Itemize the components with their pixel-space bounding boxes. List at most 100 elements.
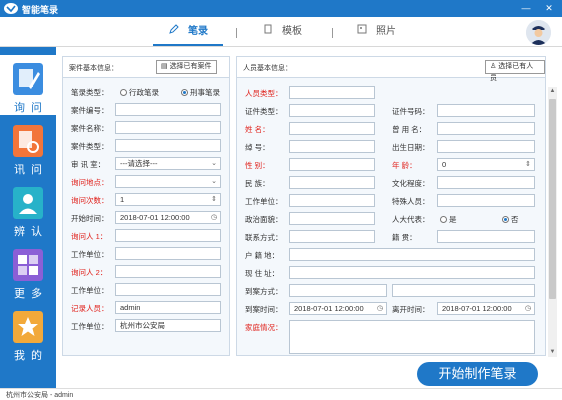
id-type-label: 证件类型： — [245, 107, 283, 116]
household-input[interactable] — [289, 248, 535, 261]
scroll-thumb[interactable] — [549, 99, 556, 299]
inquirer-2-employer-input[interactable] — [115, 283, 221, 296]
special-person-label: 特殊人员： — [392, 197, 430, 206]
sidebar-item-inquiry[interactable]: 询问 — [0, 55, 56, 115]
education-label: 文化程度： — [392, 179, 430, 188]
record-type-label: 笔录类型： — [71, 88, 109, 97]
recorder-input[interactable]: admin — [115, 301, 221, 314]
tab-photos[interactable]: 照片 — [356, 23, 396, 41]
stepper-arrows-icon[interactable]: ⇕ — [211, 194, 217, 205]
document-icon: ▤ — [161, 63, 170, 70]
inquirer-2-label: 询问人 2： — [71, 268, 108, 277]
tab-label: 笔录 — [188, 26, 208, 37]
button-label: 选择已有案件 — [169, 63, 212, 70]
sidebar-label: 讯问 — [14, 164, 48, 176]
tab-label: 照片 — [376, 26, 396, 37]
clipboard-search-icon — [13, 125, 43, 157]
radio-dot — [440, 216, 447, 223]
radio-dot — [181, 89, 188, 96]
inquiry-location-select[interactable]: ⌄ — [115, 175, 221, 188]
sidebar-item-mine[interactable]: 我的 — [0, 303, 56, 363]
gender-input[interactable] — [289, 158, 375, 171]
age-label: 年 龄： — [392, 161, 417, 170]
npc-delegate-label: 人大代表： — [392, 215, 430, 224]
case-number-input[interactable] — [115, 103, 221, 116]
case-name-input[interactable] — [115, 121, 221, 134]
arrival-method-detail-input[interactable] — [392, 284, 535, 297]
former-name-input[interactable] — [437, 122, 535, 135]
family-textarea[interactable] — [289, 320, 535, 354]
person-type-input[interactable] — [289, 86, 375, 99]
scroll-down-icon[interactable]: ▼ — [548, 348, 557, 357]
leave-time-label: 离开时间： — [392, 305, 430, 314]
political-status-input[interactable] — [289, 212, 375, 225]
radio-npc-no[interactable]: 否 — [502, 214, 519, 225]
user-avatar[interactable] — [526, 20, 551, 45]
arrival-time-input[interactable]: 2018-07-01 12:00:00 ◷ — [289, 302, 387, 315]
star-icon — [13, 311, 43, 343]
arrival-method-input[interactable] — [289, 284, 387, 297]
radio-npc-yes[interactable]: 是 — [440, 214, 457, 225]
person-panel-header: 人员基本信息： ♙ 选择已有人员 — [237, 57, 545, 82]
name-input[interactable] — [289, 122, 375, 135]
native-place-input[interactable] — [437, 230, 535, 243]
address-label: 现 住 址： — [245, 269, 280, 278]
native-place-label: 籍 贯： — [392, 233, 417, 242]
radio-criminal[interactable]: 刑事笔录 — [181, 87, 220, 98]
close-button[interactable]: ✕ — [542, 2, 556, 14]
case-panel-header: 案件基本信息： ▤ 选择已有案件 — [63, 57, 229, 78]
clock-icon[interactable]: ◷ — [211, 212, 217, 223]
left-sidebar: 询问 讯问 辨认 更多 我的 — [0, 47, 56, 388]
inquirer-2-input[interactable] — [115, 265, 221, 278]
app-logo-icon — [4, 3, 18, 14]
inquirer-1-input[interactable] — [115, 229, 221, 242]
leave-time-input[interactable]: 2018-07-01 12:00:00 ◷ — [437, 302, 535, 315]
contact-input[interactable] — [289, 230, 375, 243]
sidebar-item-interrogation[interactable]: 讯问 — [0, 117, 56, 177]
notepad-pen-icon — [13, 63, 43, 95]
start-time-input[interactable]: 2018-07-01 12:00:00 ◷ — [115, 211, 221, 224]
person-info-panel: 人员基本信息： ♙ 选择已有人员 人员类型： 证件类型： 证件号码： 姓 名： … — [236, 56, 546, 356]
sidebar-item-more[interactable]: 更多 — [0, 241, 56, 301]
stepper-arrows-icon[interactable]: ⇕ — [525, 159, 531, 170]
minimize-button[interactable]: — — [519, 2, 533, 14]
age-stepper[interactable]: 0 ⇕ — [437, 158, 535, 171]
family-label: 家庭情况： — [245, 323, 283, 332]
id-type-input[interactable] — [289, 104, 375, 117]
gender-label: 性 别： — [245, 161, 270, 170]
special-person-input[interactable] — [437, 194, 535, 207]
status-bar: 杭州市公安局 - admin — [0, 388, 562, 400]
tab-notes[interactable]: 笔录 — [168, 23, 208, 41]
employer-label: 工作单位： — [245, 197, 283, 206]
employer-input[interactable] — [289, 194, 375, 207]
top-tabs: 笔录 模板 照片 — [0, 17, 562, 47]
address-input[interactable] — [289, 266, 535, 279]
sidebar-item-identification[interactable]: 辨认 — [0, 179, 56, 239]
radio-administrative[interactable]: 行政笔录 — [120, 87, 159, 98]
radio-dot — [502, 216, 509, 223]
education-input[interactable] — [437, 176, 535, 189]
interrogation-room-select[interactable]: ---请选择--- ⌄ — [115, 157, 221, 170]
clock-icon[interactable]: ◷ — [377, 303, 383, 314]
id-number-input[interactable] — [437, 104, 535, 117]
vertical-scrollbar[interactable]: ▲ ▼ — [548, 87, 557, 357]
inquiry-location-label: 询问地点： — [71, 178, 109, 187]
select-existing-case-button[interactable]: ▤ 选择已有案件 — [156, 60, 217, 74]
interrogation-room-label: 审 讯 室： — [71, 160, 106, 169]
inquirer-1-employer-input[interactable] — [115, 247, 221, 260]
ethnicity-input[interactable] — [289, 176, 375, 189]
tab-template[interactable]: 模板 — [262, 23, 302, 41]
case-type-input[interactable] — [115, 139, 221, 152]
start-record-button[interactable]: 开始制作笔录 — [417, 362, 538, 386]
political-status-label: 政治面貌： — [245, 215, 283, 224]
person-type-label: 人员类型： — [245, 89, 283, 98]
recorder-employer-input[interactable]: 杭州市公安局 — [115, 319, 221, 332]
clock-icon[interactable]: ◷ — [525, 303, 531, 314]
inquirer-2-employer-label: 工作单位： — [71, 286, 109, 295]
stepper-value: 1 — [120, 195, 125, 204]
select-existing-person-button[interactable]: ♙ 选择已有人员 — [485, 60, 545, 82]
inquiry-count-stepper[interactable]: 1 ⇕ — [115, 193, 221, 206]
scroll-up-icon[interactable]: ▲ — [548, 87, 557, 96]
birth-date-input[interactable] — [437, 140, 535, 153]
nickname-input[interactable] — [289, 140, 375, 153]
